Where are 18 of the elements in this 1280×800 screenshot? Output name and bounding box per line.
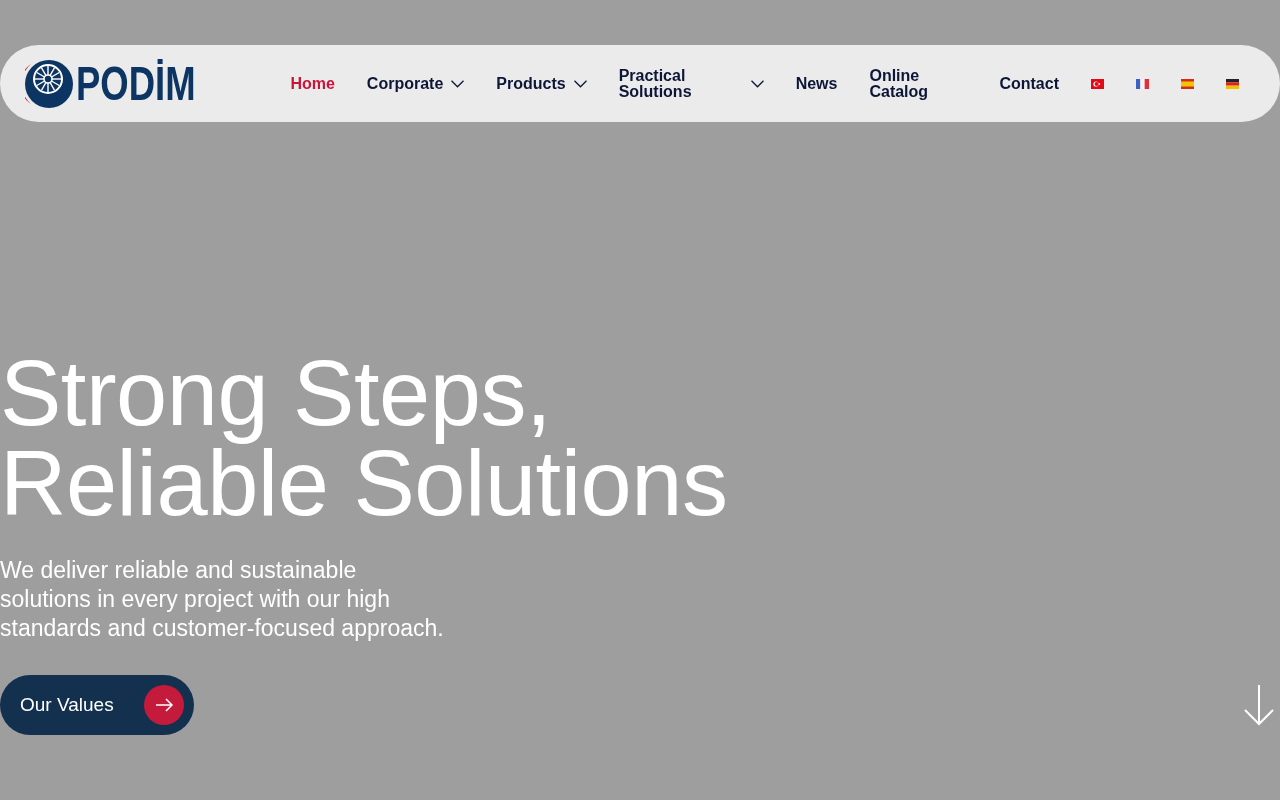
nav-link[interactable]: Practical Solutions <box>618 67 764 100</box>
flag-icon[interactable] <box>1226 78 1239 89</box>
nav-link[interactable]: Home <box>290 75 335 92</box>
nav-link[interactable]: Contact <box>999 75 1059 92</box>
chevron-down-icon <box>451 79 465 88</box>
arrow-down-icon[interactable] <box>1244 684 1274 726</box>
hero-title: Strong Steps, Reliable Solutions <box>0 348 729 528</box>
nav-link[interactable]: Corporate <box>366 75 465 92</box>
nav-link[interactable]: Products <box>496 75 587 92</box>
arrow-right-icon <box>143 685 184 725</box>
chevron-down-icon <box>573 79 587 88</box>
logo-text[interactable]: PODİM <box>76 59 196 108</box>
logo-icon[interactable] <box>25 59 73 108</box>
chevron-down-icon <box>750 79 764 88</box>
hero-text: We deliver reliable and sustainable solutions in every project with our high standards and customer-focused approach. <box>0 556 445 643</box>
our-values-button[interactable]: Our Values <box>0 675 194 735</box>
nav-link[interactable]: Online Catalog <box>869 67 968 100</box>
nav-link[interactable]: News <box>795 75 838 92</box>
